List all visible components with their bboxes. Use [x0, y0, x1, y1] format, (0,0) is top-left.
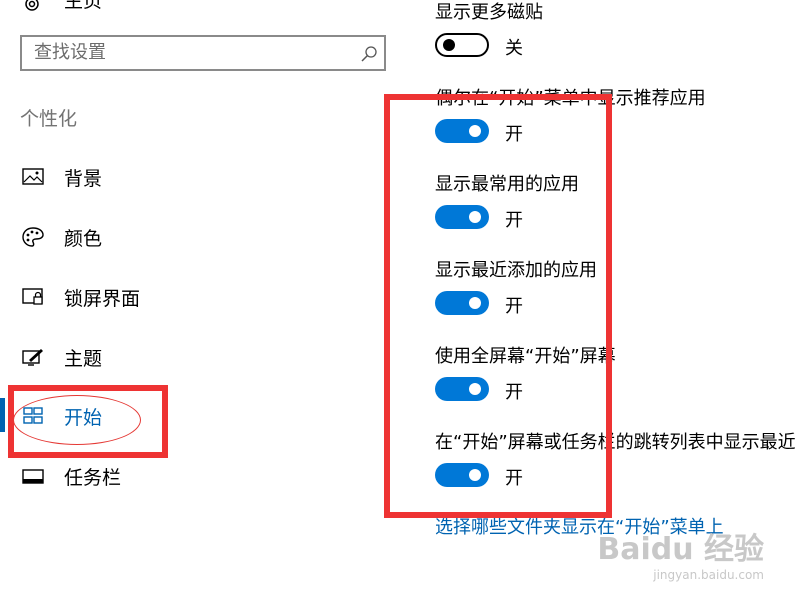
taskbar-icon	[22, 469, 44, 484]
sidebar-item-label: 任务栏	[64, 467, 122, 489]
sidebar-item-label: 锁屏界面	[64, 288, 141, 310]
toggle-more-tiles[interactable]	[435, 33, 489, 57]
sidebar-item-taskbar[interactable]: 任务栏	[0, 456, 380, 496]
search-input[interactable]	[34, 42, 354, 63]
baidu-watermark: Baidu 经验 jingyan.baidu.com	[597, 524, 764, 582]
setting-title-more-tiles: 显示更多磁贴	[435, 2, 543, 23]
sidebar-item-background[interactable]: 背景	[0, 157, 380, 197]
toggle-state-label: 关	[505, 38, 523, 59]
sidebar-item-themes[interactable]: 主题	[0, 337, 380, 377]
toggle-knob	[443, 39, 455, 51]
sidebar-item-colors[interactable]: 颜色	[0, 217, 380, 257]
section-label-personalization: 个性化	[20, 108, 78, 130]
palette-icon	[22, 227, 44, 247]
picture-icon	[22, 168, 44, 185]
watermark-logo: Baidu 经验	[597, 532, 764, 567]
sidebar-item-label: 背景	[64, 168, 103, 190]
sidebar-item-label: 颜色	[64, 228, 103, 250]
sidebar-item-lock-screen[interactable]: 锁屏界面	[0, 277, 380, 317]
sidebar-item-label: 主题	[64, 348, 103, 370]
theme-icon	[22, 349, 43, 366]
sidebar-home-label[interactable]: 主页	[64, 0, 102, 13]
search-icon[interactable]	[360, 45, 378, 63]
gear-icon	[25, 0, 39, 11]
annotation-ellipse	[13, 395, 141, 445]
lock-screen-icon	[22, 288, 43, 305]
watermark-url: jingyan.baidu.com	[653, 568, 764, 582]
search-box[interactable]	[20, 35, 386, 71]
annotation-highlight-box	[384, 94, 612, 518]
